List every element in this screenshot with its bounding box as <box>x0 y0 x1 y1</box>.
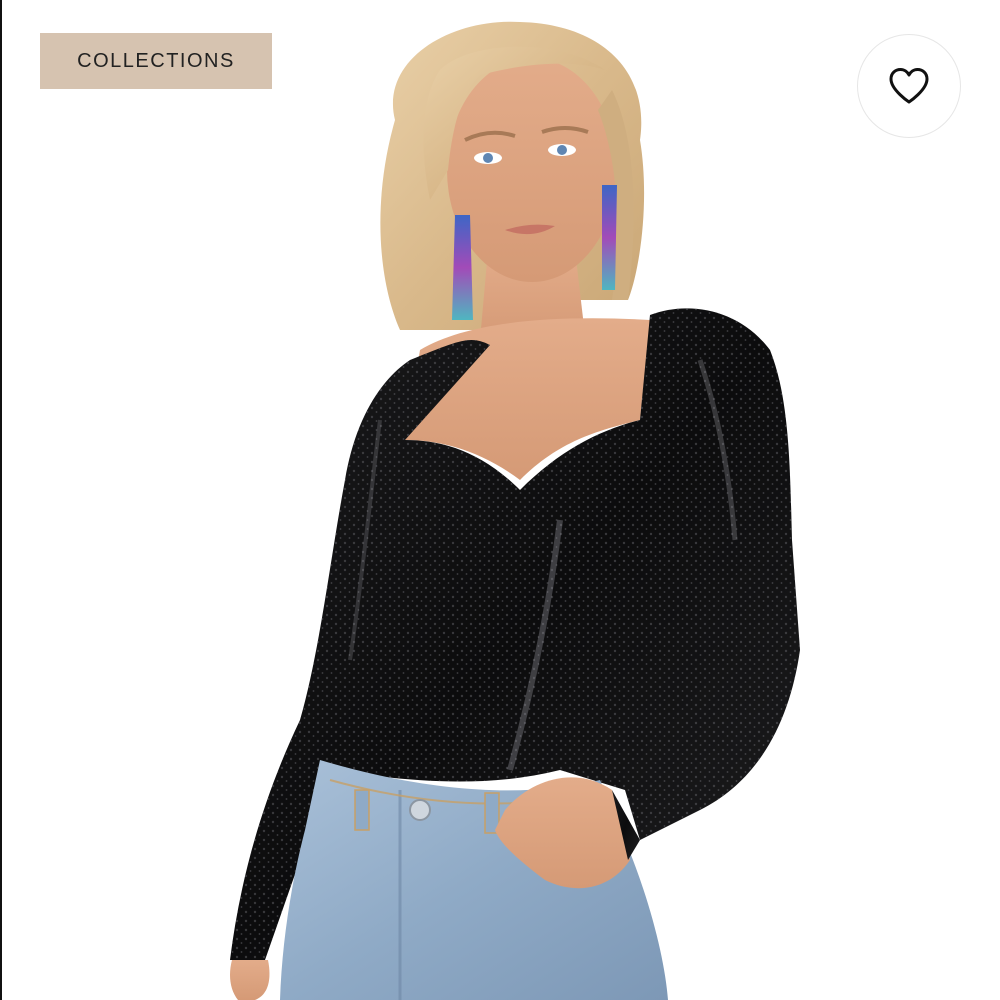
product-screen: COLLECTIONS <box>0 0 1000 1000</box>
heart-icon <box>889 68 929 104</box>
collections-button[interactable]: COLLECTIONS <box>40 33 272 89</box>
product-photo[interactable] <box>0 0 1000 1000</box>
favorite-button[interactable] <box>857 34 961 138</box>
